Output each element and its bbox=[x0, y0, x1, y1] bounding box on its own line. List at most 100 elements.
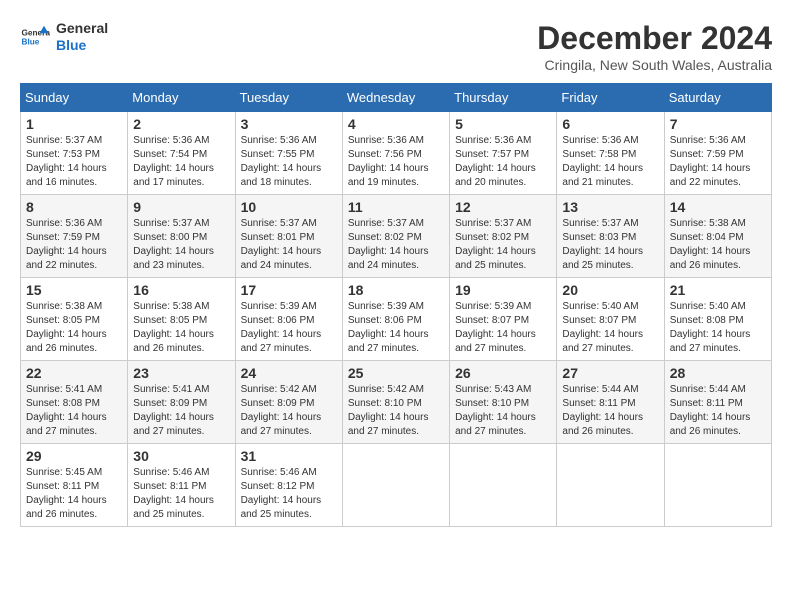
day-info: Sunrise: 5:43 AMSunset: 8:10 PMDaylight:… bbox=[455, 383, 551, 439]
calendar-cell: 27Sunrise: 5:44 AMSunset: 8:11 PMDayligh… bbox=[557, 361, 664, 444]
day-number: 7 bbox=[670, 116, 766, 132]
calendar-cell: 4Sunrise: 5:36 AMSunset: 7:56 PMDaylight… bbox=[342, 112, 449, 195]
day-number: 6 bbox=[562, 116, 658, 132]
location: Cringila, New South Wales, Australia bbox=[537, 57, 772, 73]
header: General Blue General Blue December 2024 … bbox=[20, 20, 772, 73]
week-row-3: 15 Sunrise: 5:38 AMSunset: 8:05 PMDayligh… bbox=[21, 278, 772, 361]
day-number: 23 bbox=[133, 365, 229, 381]
calendar-cell: 5Sunrise: 5:36 AMSunset: 7:57 PMDaylight… bbox=[450, 112, 557, 195]
day-info: Sunrise: 5:41 AMSunset: 8:08 PMDaylight:… bbox=[26, 383, 122, 439]
svg-text:Blue: Blue bbox=[22, 37, 40, 46]
day-info: Sunrise: 5:37 AMSunset: 8:01 PMDaylight:… bbox=[241, 217, 337, 273]
calendar-cell: 17 Sunrise: 5:39 AMSunset: 8:06 PMDayligh… bbox=[235, 278, 342, 361]
day-info: Sunrise: 5:36 AMSunset: 7:59 PMDaylight:… bbox=[670, 134, 766, 190]
day-number: 4 bbox=[348, 116, 444, 132]
calendar-cell: 26 Sunrise: 5:43 AMSunset: 8:10 PMDayligh… bbox=[450, 361, 557, 444]
day-info: Sunrise: 5:39 AMSunset: 8:07 PMDaylight:… bbox=[455, 300, 551, 356]
day-number: 31 bbox=[241, 448, 337, 464]
day-info: Sunrise: 5:45 AMSunset: 8:11 PMDaylight:… bbox=[26, 466, 122, 522]
day-info: Sunrise: 5:37 AMSunset: 8:00 PMDaylight:… bbox=[133, 217, 229, 273]
day-info: Sunrise: 5:39 AMSunset: 8:06 PMDaylight:… bbox=[241, 300, 337, 356]
day-info: Sunrise: 5:37 AMSunset: 7:53 PMDaylight:… bbox=[26, 134, 122, 190]
calendar-cell: 2 Sunrise: 5:36 AMSunset: 7:54 PMDaylight… bbox=[128, 112, 235, 195]
day-number: 1 bbox=[26, 116, 122, 132]
day-number: 24 bbox=[241, 365, 337, 381]
title-section: December 2024 Cringila, New South Wales,… bbox=[537, 20, 772, 73]
day-info: Sunrise: 5:42 AMSunset: 8:10 PMDaylight:… bbox=[348, 383, 444, 439]
week-row-5: 29 Sunrise: 5:45 AMSunset: 8:11 PMDayligh… bbox=[21, 444, 772, 527]
calendar-cell: 11Sunrise: 5:37 AMSunset: 8:02 PMDayligh… bbox=[342, 195, 449, 278]
day-info: Sunrise: 5:37 AMSunset: 8:02 PMDaylight:… bbox=[348, 217, 444, 273]
day-header-thursday: Thursday bbox=[450, 84, 557, 112]
calendar-cell: 14Sunrise: 5:38 AMSunset: 8:04 PMDayligh… bbox=[664, 195, 771, 278]
logo-text: General Blue bbox=[56, 20, 108, 54]
day-header-tuesday: Tuesday bbox=[235, 84, 342, 112]
calendar-cell: 9 Sunrise: 5:37 AMSunset: 8:00 PMDaylight… bbox=[128, 195, 235, 278]
day-info: Sunrise: 5:36 AMSunset: 7:59 PMDaylight:… bbox=[26, 217, 122, 273]
calendar-cell: 15Sunrise: 5:38 AMSunset: 8:05 PMDayligh… bbox=[21, 278, 128, 361]
month-title: December 2024 bbox=[537, 20, 772, 57]
calendar-cell: 13 Sunrise: 5:37 AMSunset: 8:03 PMDayligh… bbox=[557, 195, 664, 278]
calendar-cell bbox=[664, 444, 771, 527]
day-number: 12 bbox=[455, 199, 551, 215]
day-info: Sunrise: 5:40 AMSunset: 8:07 PMDaylight:… bbox=[562, 300, 658, 356]
day-header-saturday: Saturday bbox=[664, 84, 771, 112]
calendar-cell: 6Sunrise: 5:36 AMSunset: 7:58 PMDaylight… bbox=[557, 112, 664, 195]
day-info: Sunrise: 5:41 AMSunset: 8:09 PMDaylight:… bbox=[133, 383, 229, 439]
calendar-cell: 20 Sunrise: 5:40 AMSunset: 8:07 PMDayligh… bbox=[557, 278, 664, 361]
day-info: Sunrise: 5:46 AMSunset: 8:12 PMDaylight:… bbox=[241, 466, 337, 522]
day-info: Sunrise: 5:36 AMSunset: 7:54 PMDaylight:… bbox=[133, 134, 229, 190]
day-number: 3 bbox=[241, 116, 337, 132]
day-number: 8 bbox=[26, 199, 122, 215]
calendar-cell: 22 Sunrise: 5:41 AMSunset: 8:08 PMDayligh… bbox=[21, 361, 128, 444]
day-number: 22 bbox=[26, 365, 122, 381]
day-number: 15 bbox=[26, 282, 122, 298]
day-number: 26 bbox=[455, 365, 551, 381]
day-number: 5 bbox=[455, 116, 551, 132]
day-info: Sunrise: 5:38 AMSunset: 8:05 PMDaylight:… bbox=[133, 300, 229, 356]
day-number: 20 bbox=[562, 282, 658, 298]
calendar-cell: 19 Sunrise: 5:39 AMSunset: 8:07 PMDayligh… bbox=[450, 278, 557, 361]
day-number: 16 bbox=[133, 282, 229, 298]
day-number: 29 bbox=[26, 448, 122, 464]
day-number: 25 bbox=[348, 365, 444, 381]
calendar-cell: 7 Sunrise: 5:36 AMSunset: 7:59 PMDaylight… bbox=[664, 112, 771, 195]
day-number: 19 bbox=[455, 282, 551, 298]
calendar-cell: 10 Sunrise: 5:37 AMSunset: 8:01 PMDayligh… bbox=[235, 195, 342, 278]
calendar-cell: 16 Sunrise: 5:38 AMSunset: 8:05 PMDayligh… bbox=[128, 278, 235, 361]
calendar-cell: 21Sunrise: 5:40 AMSunset: 8:08 PMDayligh… bbox=[664, 278, 771, 361]
day-number: 9 bbox=[133, 199, 229, 215]
day-info: Sunrise: 5:44 AMSunset: 8:11 PMDaylight:… bbox=[562, 383, 658, 439]
calendar-cell: 31 Sunrise: 5:46 AMSunset: 8:12 PMDayligh… bbox=[235, 444, 342, 527]
calendar-cell: 29 Sunrise: 5:45 AMSunset: 8:11 PMDayligh… bbox=[21, 444, 128, 527]
calendar-cell: 1 Sunrise: 5:37 AMSunset: 7:53 PMDaylight… bbox=[21, 112, 128, 195]
calendar-cell bbox=[450, 444, 557, 527]
day-number: 2 bbox=[133, 116, 229, 132]
day-number: 30 bbox=[133, 448, 229, 464]
calendar-cell: 28Sunrise: 5:44 AMSunset: 8:11 PMDayligh… bbox=[664, 361, 771, 444]
day-header-monday: Monday bbox=[128, 84, 235, 112]
logo-icon: General Blue bbox=[20, 22, 50, 52]
header-row: SundayMondayTuesdayWednesdayThursdayFrid… bbox=[21, 84, 772, 112]
calendar-cell: 8 Sunrise: 5:36 AMSunset: 7:59 PMDaylight… bbox=[21, 195, 128, 278]
calendar-cell bbox=[342, 444, 449, 527]
day-number: 21 bbox=[670, 282, 766, 298]
week-row-2: 8 Sunrise: 5:36 AMSunset: 7:59 PMDaylight… bbox=[21, 195, 772, 278]
day-number: 18 bbox=[348, 282, 444, 298]
calendar-cell: 3Sunrise: 5:36 AMSunset: 7:55 PMDaylight… bbox=[235, 112, 342, 195]
day-number: 17 bbox=[241, 282, 337, 298]
day-info: Sunrise: 5:37 AMSunset: 8:02 PMDaylight:… bbox=[455, 217, 551, 273]
logo: General Blue General Blue bbox=[20, 20, 108, 54]
day-number: 14 bbox=[670, 199, 766, 215]
calendar-cell bbox=[557, 444, 664, 527]
calendar-cell: 25 Sunrise: 5:42 AMSunset: 8:10 PMDayligh… bbox=[342, 361, 449, 444]
day-number: 13 bbox=[562, 199, 658, 215]
calendar-cell: 18Sunrise: 5:39 AMSunset: 8:06 PMDayligh… bbox=[342, 278, 449, 361]
calendar-cell: 12 Sunrise: 5:37 AMSunset: 8:02 PMDayligh… bbox=[450, 195, 557, 278]
day-info: Sunrise: 5:37 AMSunset: 8:03 PMDaylight:… bbox=[562, 217, 658, 273]
calendar-cell: 24Sunrise: 5:42 AMSunset: 8:09 PMDayligh… bbox=[235, 361, 342, 444]
day-number: 10 bbox=[241, 199, 337, 215]
day-header-sunday: Sunday bbox=[21, 84, 128, 112]
calendar-table: SundayMondayTuesdayWednesdayThursdayFrid… bbox=[20, 83, 772, 527]
day-header-wednesday: Wednesday bbox=[342, 84, 449, 112]
